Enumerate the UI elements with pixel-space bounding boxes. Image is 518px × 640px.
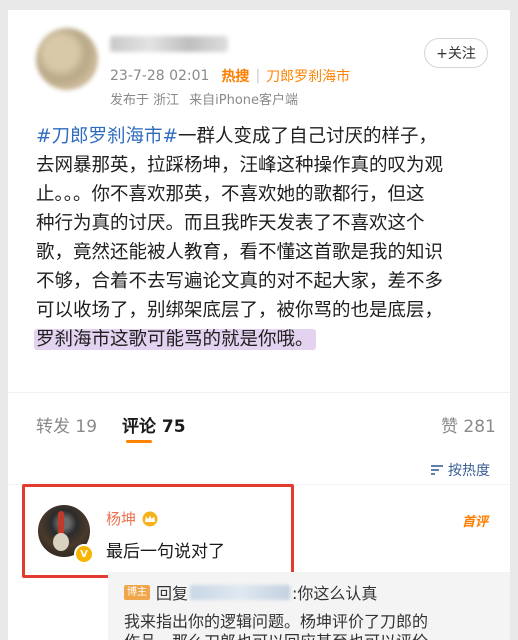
highlighted-sentence: 罗刹海市这歌可能骂的就是你哦。 (34, 329, 316, 350)
reply-text-line3: 作品，那么刀郎也可以回应甚至也可以评价 (124, 632, 428, 640)
meta-separator: | (255, 68, 261, 84)
reply-prefix: 回复 (156, 584, 189, 603)
first-comment-badge: 首评 (462, 515, 489, 530)
reply-text-line1: :你这么认真 (292, 584, 378, 603)
post-location: 发布于 浙江 (110, 93, 180, 108)
post-text-line3: 止。。。你不喜欢那英，不喜欢她的歌都行，但这 (36, 184, 425, 205)
highlight-annotation-box (22, 484, 294, 578)
tab-likes[interactable]: 赞 281 (441, 412, 496, 437)
sort-label: 按热度 (448, 463, 490, 479)
divider (8, 392, 510, 393)
post-text-line2: 去网暴那英，拉踩杨坤，汪峰这种操作真的叹为观 (36, 155, 444, 176)
active-tab-indicator (126, 440, 152, 443)
poster-avatar[interactable] (36, 28, 98, 90)
sort-icon (431, 465, 443, 475)
sort-by-hotness-button[interactable]: 按热度 (430, 460, 490, 480)
window-frame-right (510, 0, 518, 640)
topic-hashtag[interactable]: #刀郎罗刹海市# (36, 126, 178, 147)
post-text-line7: 可以收场了，别绑架底层了，被你骂的也是底层， (36, 300, 444, 321)
hot-topic-link[interactable]: 刀郎罗刹海市 (266, 66, 350, 86)
reply-target-blurred[interactable] (190, 584, 291, 600)
post-time: 23-7-28 02:01 (110, 68, 210, 84)
post-meta-line: 23-7-28 02:01 热搜 | 刀郎罗刹海市 (110, 66, 350, 86)
post-text-line5: 歌，竟然还能被人教育，看不懂这首歌是我的知识 (36, 242, 444, 263)
post-text-line4: 种行为真的讨厌。而且我昨天发表了不喜欢这个 (36, 213, 425, 234)
post-source: 来自iPhone客户端 (189, 93, 299, 108)
tab-comments[interactable]: 评论 75 (122, 412, 186, 437)
author-tag: 博主 (124, 584, 150, 600)
post-text-line1: 一群人变成了自己讨厌的样子， (178, 126, 438, 147)
post-source-line: 发布于 浙江 来自iPhone客户端 (110, 89, 298, 108)
reply-text-line2: 我来指出你的逻辑问题。杨坤评价了刀郎的 (124, 612, 429, 631)
post-text-line6: 不够，合着不去写遍论文真的对不起大家，差不多 (36, 271, 444, 292)
hot-search-badge[interactable]: 热搜 (221, 66, 249, 86)
poster-name-blurred[interactable] (110, 36, 228, 52)
follow-label: +关注 (436, 46, 476, 62)
window-frame-top (0, 0, 518, 10)
tab-repost[interactable]: 转发 19 (36, 412, 97, 437)
follow-button[interactable]: +关注 (424, 38, 488, 68)
reply-line1: 博主 回复 :你这么认真 (124, 580, 377, 604)
post-body: #刀郎罗刹海市#一群人变成了自己讨厌的样子， 去网暴那英，拉踩杨坤，汪峰这种操作… (34, 122, 492, 354)
window-frame-left (0, 0, 8, 640)
